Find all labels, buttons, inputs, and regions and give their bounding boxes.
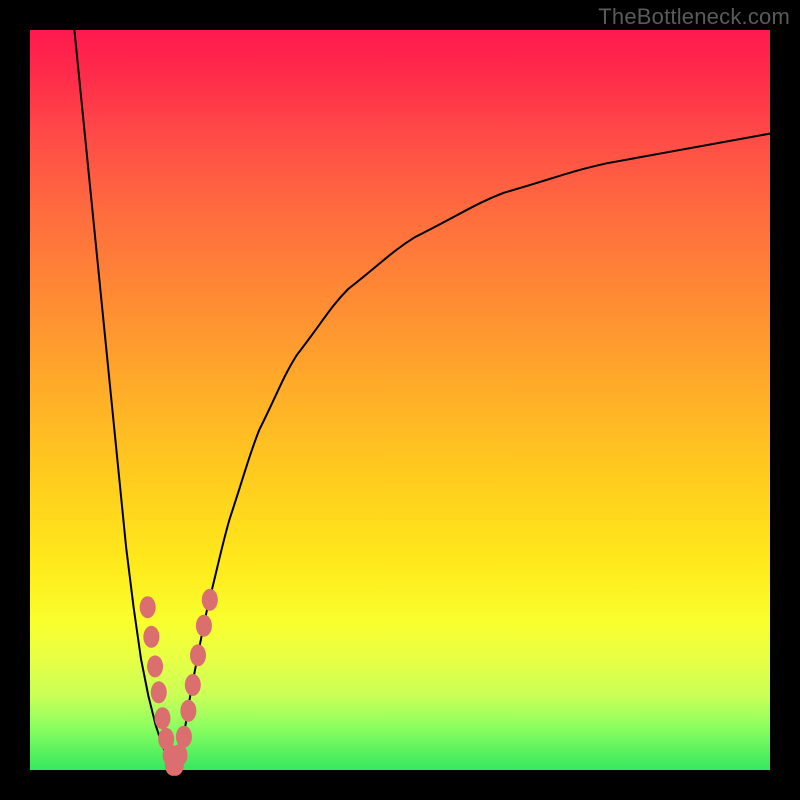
curve-group	[74, 30, 770, 770]
data-point	[140, 596, 156, 618]
curve-right-branch	[173, 134, 770, 770]
data-point	[180, 700, 196, 722]
chart-svg	[30, 30, 770, 770]
data-point	[185, 674, 201, 696]
data-points	[140, 589, 218, 776]
watermark-text: TheBottleneck.com	[598, 4, 790, 30]
data-point	[151, 681, 167, 703]
chart-frame: TheBottleneck.com	[0, 0, 800, 800]
data-point	[176, 726, 192, 748]
data-point	[190, 644, 206, 666]
data-point	[143, 626, 159, 648]
data-point	[154, 707, 170, 729]
data-point	[202, 589, 218, 611]
data-point	[147, 655, 163, 677]
chart-plot-area	[30, 30, 770, 770]
data-point	[196, 615, 212, 637]
